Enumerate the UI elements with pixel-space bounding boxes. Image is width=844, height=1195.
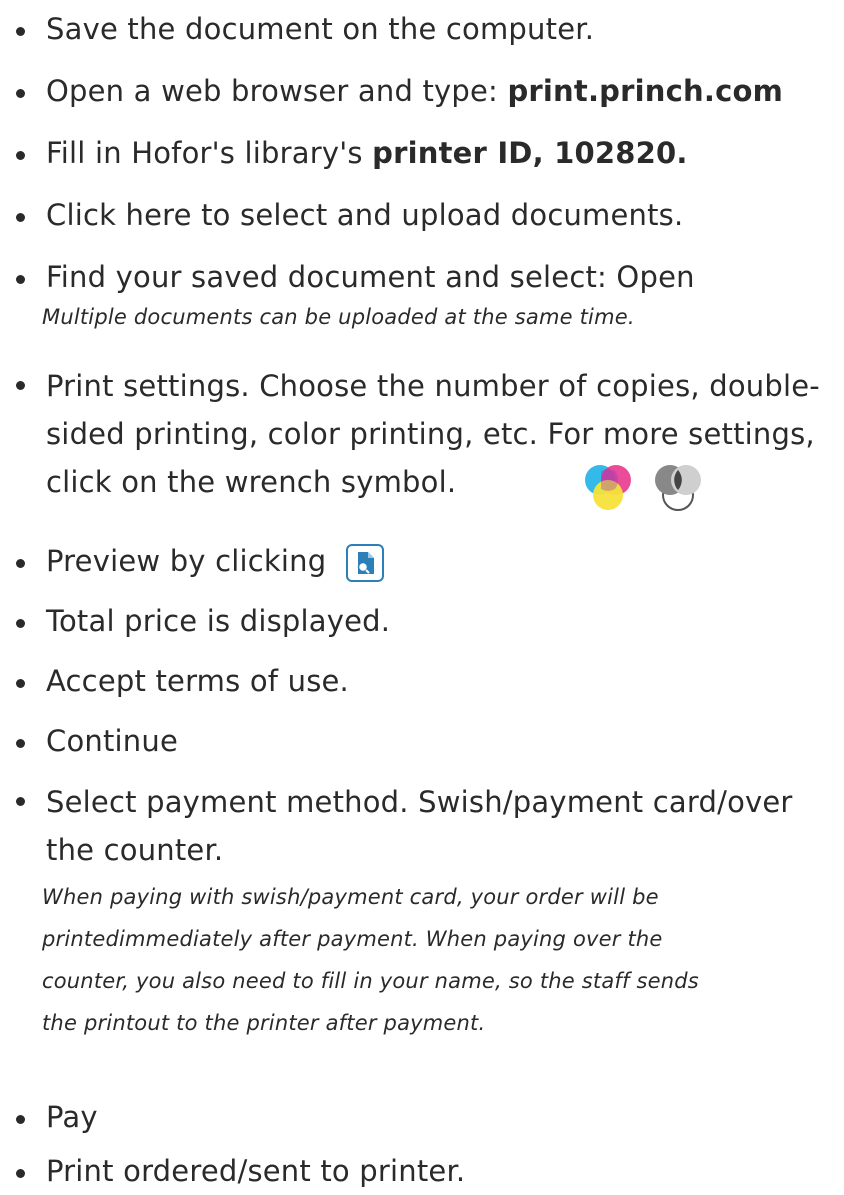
step-find-document: Find your saved document and select: Ope… xyxy=(0,256,844,338)
step-total-price: Total price is displayed. xyxy=(0,600,844,642)
step-open-browser: Open a web browser and type: print.princ… xyxy=(0,70,844,112)
step-preview: Preview by clicking xyxy=(0,540,844,582)
step-continue: Continue xyxy=(0,720,844,762)
step-text: Preview by clicking xyxy=(46,544,327,578)
step-text-line2: the counter. xyxy=(46,833,224,868)
step-text: Continue xyxy=(46,724,179,758)
step-text: Accept terms of use. xyxy=(46,664,349,698)
note-line2: printedimmediately after payment. When p… xyxy=(42,927,663,952)
step-text: Fill in Hofor's library's xyxy=(46,136,373,170)
black-white-print-icon xyxy=(655,465,701,511)
step-text-line1: Print settings. Choose the number of cop… xyxy=(46,369,820,403)
step-note: When paying with swish/payment card, you… xyxy=(42,876,844,1044)
step-payment-method: Select payment method. Swish/payment car… xyxy=(0,778,844,1044)
step-pay: Pay xyxy=(0,1096,844,1138)
note-line3: counter, you also need to fill in your n… xyxy=(42,969,699,994)
step-text: Total price is displayed. xyxy=(46,604,391,638)
step-note: Multiple documents can be uploaded at th… xyxy=(42,305,635,330)
note-line4: the printout to the printer after paymen… xyxy=(42,1011,486,1036)
step-printer-id: Fill in Hofor's library's printer ID, 10… xyxy=(0,132,844,174)
printer-id-text: printer ID, 102820. xyxy=(372,136,688,170)
step-text: Click here to select and upload document… xyxy=(46,198,684,232)
step-save-document: Save the document on the computer. xyxy=(0,8,844,50)
step-text: Find your saved document and select: Ope… xyxy=(46,260,695,294)
step-text: Pay xyxy=(46,1100,98,1134)
url-text: print.princh.com xyxy=(507,74,784,108)
step-text-line1: Select payment method. Swish/payment car… xyxy=(46,785,793,819)
step-text-line2: sided printing, color printing, etc. For… xyxy=(46,417,815,452)
step-print-ordered: Print ordered/sent to printer. xyxy=(0,1150,844,1192)
step-text: Print ordered/sent to printer. xyxy=(46,1154,466,1188)
preview-icon[interactable] xyxy=(345,544,384,582)
step-text: Save the document on the computer. xyxy=(46,12,595,46)
step-text: Open a web browser and type: xyxy=(46,74,508,108)
step-upload-documents: Click here to select and upload document… xyxy=(0,194,844,236)
color-print-icon xyxy=(585,465,631,510)
step-accept-terms: Accept terms of use. xyxy=(0,660,844,702)
print-mode-icons xyxy=(580,462,730,526)
note-line1: When paying with swish/payment card, you… xyxy=(42,885,659,910)
